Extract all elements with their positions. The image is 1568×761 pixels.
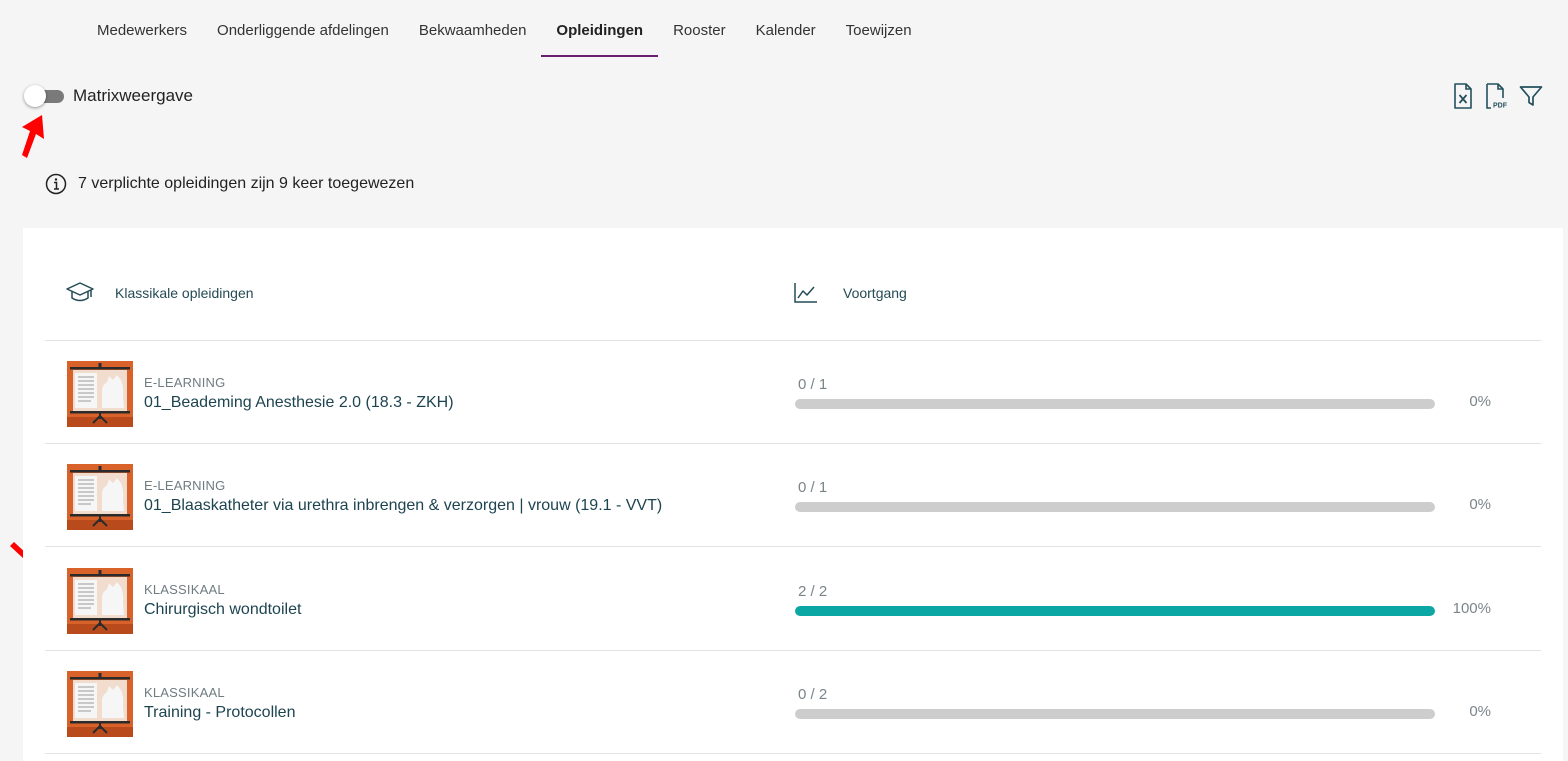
progress-bar-fill [795, 605, 1435, 616]
progress-percentage: 100% [1452, 599, 1491, 617]
progress-percentage: 0% [1469, 496, 1491, 514]
tab-opleidingen[interactable]: Opleidingen [541, 0, 658, 58]
header-classroom-trainings: Klassikale opleidingen [65, 280, 254, 306]
tab-bar: Medewerkers Onderliggende afdelingen Bek… [82, 0, 927, 58]
table-header: Klassikale opleidingen Voortgang [23, 280, 1563, 310]
progress-bar [795, 399, 1435, 409]
training-row[interactable]: E-LEARNING 01_Beademing Anesthesie 2.0 (1… [45, 341, 1541, 444]
line-chart-icon [793, 280, 823, 306]
presentation-board-icon [67, 670, 133, 737]
tab-toewijzen[interactable]: Toewijzen [831, 0, 927, 58]
matrix-toggle-row: Matrixweergave [24, 84, 193, 108]
matrix-toggle-switch[interactable] [24, 84, 64, 108]
training-row[interactable]: KLASSIKAAL Chirurgisch wondtoilet 2 / 2 100… [45, 548, 1541, 651]
training-title[interactable]: 01_Beademing Anesthesie 2.0 (18.3 - ZKH) [144, 394, 454, 412]
presentation-board-icon [67, 361, 133, 427]
matrix-toggle-label: Matrixweergave [73, 86, 193, 105]
training-title[interactable]: Training - Protocollen [144, 704, 295, 722]
svg-text:PDF: PDF [1493, 103, 1508, 110]
header-col2-label: Voortgang [843, 285, 907, 301]
progress-count: 0 / 1 [798, 376, 828, 393]
progress-bar [795, 502, 1435, 513]
training-type: E-LEARNING [144, 375, 226, 390]
progress-percentage: 0% [1469, 393, 1491, 410]
toolbar: PDF [1450, 82, 1544, 110]
pdf-export-icon[interactable]: PDF [1484, 82, 1510, 110]
progress-bar [795, 605, 1435, 616]
annotation-arrow-up-icon [22, 115, 44, 158]
info-text: 7 verplichte opleidingen zijn 9 keer toe… [78, 175, 415, 192]
tab-kalender[interactable]: Kalender [741, 0, 831, 58]
progress-percentage: 0% [1469, 702, 1491, 720]
training-row[interactable]: KLASSIKAAL Training - Protocollen 0 / 2 0% [45, 651, 1541, 754]
training-type: E-LEARNING [144, 478, 226, 494]
toggle-knob [24, 85, 46, 107]
training-title[interactable]: Chirurgisch wondtoilet [144, 601, 301, 619]
excel-export-icon[interactable] [1450, 82, 1476, 110]
progress-count: 0 / 1 [798, 479, 828, 497]
progress-count: 0 / 2 [798, 685, 828, 703]
header-progress: Voortgang [793, 280, 907, 306]
trainings-panel: Klassikale opleidingen Voortgang E-LEARN… [23, 228, 1563, 761]
tab-bekwaamheden[interactable]: Bekwaamheden [404, 0, 542, 58]
tab-medewerkers[interactable]: Medewerkers [82, 0, 202, 58]
info-message: 7 verplichte opleidingen zijn 9 keer toe… [45, 173, 414, 195]
training-title[interactable]: 01_Blaaskatheter via urethra inbrengen &… [144, 497, 662, 515]
info-icon [45, 173, 67, 195]
tab-onderliggende-afdelingen[interactable]: Onderliggende afdelingen [202, 0, 404, 58]
header-col1-label: Klassikale opleidingen [115, 285, 254, 301]
training-type: KLASSIKAAL [144, 684, 225, 700]
presentation-board-icon [67, 567, 133, 634]
training-type: KLASSIKAAL [144, 581, 225, 597]
presentation-board-icon [67, 464, 133, 531]
filter-icon[interactable] [1518, 82, 1544, 110]
tab-rooster[interactable]: Rooster [658, 0, 741, 58]
training-row[interactable]: E-LEARNING 01_Blaaskatheter via urethra i… [45, 444, 1541, 548]
progress-bar [795, 708, 1435, 719]
progress-count: 2 / 2 [798, 582, 828, 600]
graduation-cap-icon [65, 280, 95, 306]
